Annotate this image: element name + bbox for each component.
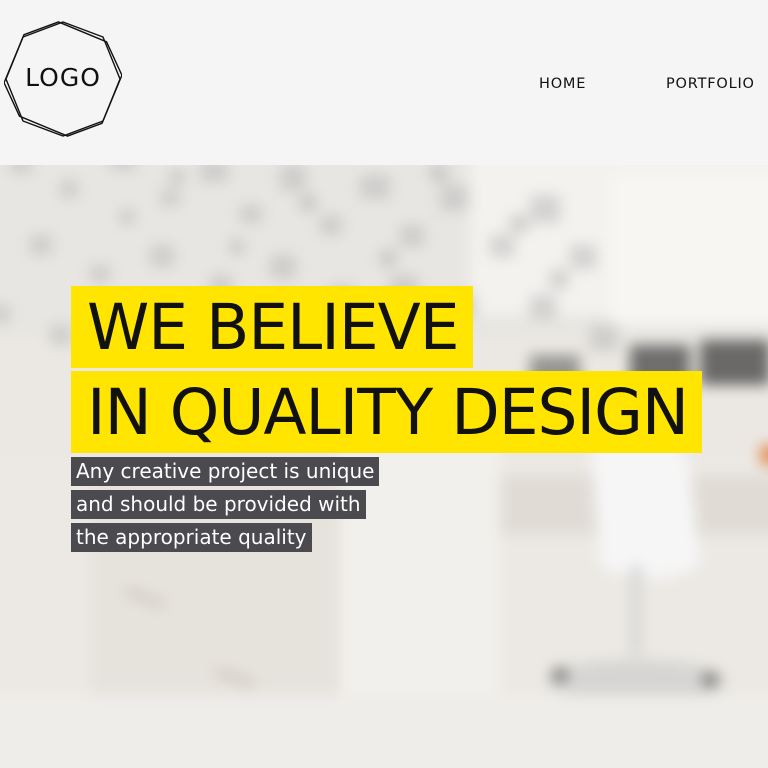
site-header: LOGO HOME PORTFOLIO [0, 0, 768, 165]
nav-home[interactable]: HOME [539, 74, 586, 94]
hero-headline-line-1: WE BELIEVE [71, 286, 473, 368]
hero-subtitle-line-2: and should be provided with [71, 490, 366, 519]
hero-subtitle-line-1: Any creative project is unique [71, 457, 380, 486]
main-nav: HOME PORTFOLIO [0, 74, 768, 96]
hero-headline-line-2: IN QUALITY DESIGN [71, 371, 703, 453]
nav-portfolio[interactable]: PORTFOLIO [666, 74, 755, 94]
hero-subtitle-line-3: the appropriate quality [71, 523, 312, 552]
landing-page: LOGO HOME PORTFOLIO WE BELIEVE IN QUALIT… [0, 0, 768, 768]
